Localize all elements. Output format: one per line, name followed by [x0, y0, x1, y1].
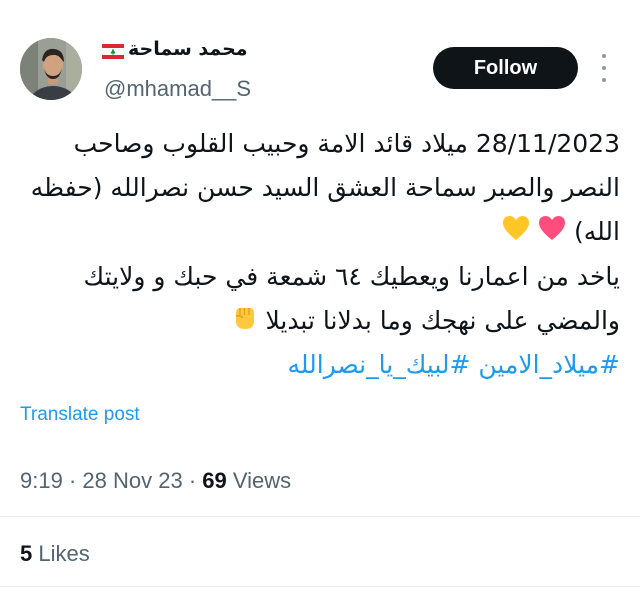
post-text: 28/11/2023 ميلاد قائد الامة وحبيب القلوب…: [20, 122, 620, 344]
post-date[interactable]: 28 Nov 23: [82, 468, 182, 493]
hashtag-link[interactable]: #لبيك_يا_نصرالله: [287, 350, 470, 379]
avatar[interactable]: [20, 38, 82, 100]
hashtags: #ميلاد_الامين #لبيك_يا_نصرالله: [20, 343, 620, 387]
display-name[interactable]: محمد سماحة: [101, 38, 248, 60]
meta-separator: ·: [188, 468, 197, 493]
post-line-5-text: والمضي على نهجك وما بدلانا تبديلا: [265, 306, 620, 335]
yellow-heart-icon: [502, 211, 530, 255]
follow-button[interactable]: Follow: [433, 47, 578, 89]
more-vertical-icon[interactable]: [598, 54, 610, 82]
divider: [0, 586, 640, 587]
user-handle[interactable]: @mhamad__S: [104, 76, 251, 102]
likes-link[interactable]: 5 Likes: [20, 541, 90, 567]
post-line-4: ياخد من اعمارنا ويعطيك ٦٤ شمعة في حبك و …: [83, 262, 620, 291]
views-count: 69: [202, 468, 227, 493]
post-line-5: والمضي على نهجك وما بدلانا تبديلا: [20, 299, 620, 344]
translate-post-link[interactable]: Translate post: [20, 404, 140, 426]
post-line-2: النصر والصبر سماحة العشق السيد حسن نصرال…: [30, 173, 620, 202]
lebanon-flag-icon: [101, 42, 125, 60]
meta-separator: ·: [68, 468, 77, 493]
likes-count: 5: [20, 541, 33, 566]
hashtag-link[interactable]: #ميلاد_الامين: [478, 350, 620, 379]
post-meta: 9:19 · 28 Nov 23 · 69 Views: [20, 468, 291, 494]
post-line-1: 28/11/2023 ميلاد قائد الامة وحبيب القلوب…: [73, 129, 620, 158]
raised-fist-icon: [231, 300, 257, 344]
post-time[interactable]: 9:19: [20, 468, 63, 493]
divider: [0, 516, 640, 517]
post-line-3-text: الله): [574, 217, 620, 246]
post-line-3: الله): [20, 210, 620, 255]
views-label: Views: [232, 468, 292, 493]
display-name-text: محمد سماحة: [128, 38, 248, 60]
likes-label: Likes: [38, 541, 90, 566]
pink-heart-icon: [538, 211, 566, 255]
